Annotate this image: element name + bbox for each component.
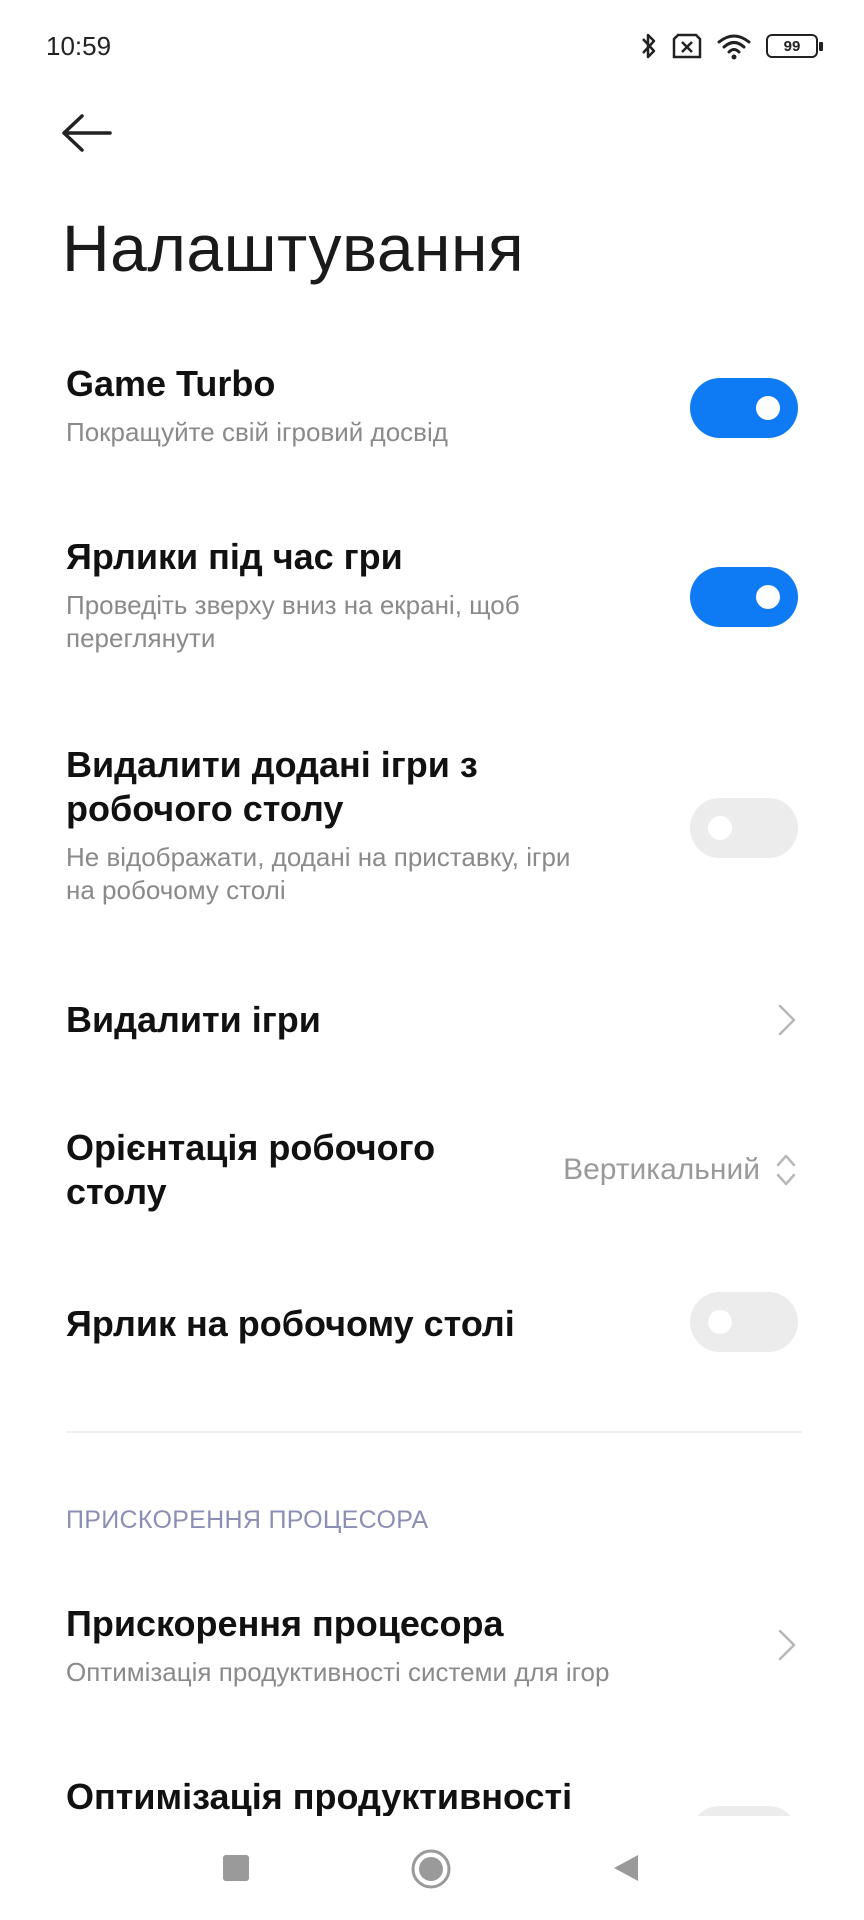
sim-disabled-icon [672, 33, 702, 59]
status-icons: 99 [640, 31, 823, 61]
title-line: столу [66, 1171, 167, 1212]
setting-title: Орієнтація робочого столу [66, 1126, 546, 1214]
setting-title: Прискорення процесора [66, 1603, 504, 1644]
back-triangle-icon[interactable] [612, 1853, 640, 1883]
game-turbo-toggle[interactable] [690, 378, 798, 438]
setting-performance-optimization[interactable]: Оптимізація продуктивності [66, 1775, 802, 1819]
toggle-knob [756, 585, 780, 609]
battery-level: 99 [783, 37, 801, 55]
setting-desktop-orientation[interactable]: Орієнтація робочого столу [66, 1126, 546, 1214]
bluetooth-icon [642, 33, 656, 59]
setting-title: Ярлики під час гри [66, 536, 403, 577]
setting-cpu-boost[interactable]: Прискорення процесора Оптимізація продук… [66, 1602, 802, 1689]
section-divider [66, 1431, 802, 1433]
setting-title: Видалити ігри [66, 999, 321, 1040]
chevron-right-icon [778, 1004, 796, 1036]
page-title: Налаштування [62, 211, 525, 285]
title-line: Орієнтація робочого [66, 1127, 436, 1168]
remove-added-games-toggle[interactable] [690, 798, 798, 858]
back-arrow-icon[interactable] [60, 108, 116, 158]
toggle-knob [708, 816, 732, 840]
recents-square-icon[interactable] [222, 1854, 250, 1882]
navigation-bar [0, 1816, 864, 1920]
desktop-shortcut-toggle[interactable] [690, 1292, 798, 1352]
chevron-right-icon [778, 1629, 796, 1661]
toggle-knob [708, 1310, 732, 1334]
home-circle-icon[interactable] [410, 1848, 452, 1890]
orientation-value[interactable]: Вертикальний [563, 1153, 760, 1187]
shortcuts-toggle[interactable] [690, 567, 798, 627]
setting-title: Оптимізація продуктивності [66, 1776, 573, 1817]
battery-icon: 99 [766, 34, 823, 58]
section-header-cpu: ПРИСКОРЕННЯ ПРОЦЕСОРА [66, 1506, 429, 1534]
subtitle-line: на робочому столі [66, 875, 286, 905]
status-time: 10:59 [46, 30, 112, 61]
wifi-icon [717, 34, 751, 60]
setting-subtitle: Оптимізація продуктивності системи для і… [66, 1657, 610, 1687]
setting-subtitle: Не відображати, додані на приставку, ігр… [66, 841, 802, 907]
status-bar: 10:59 99 [0, 0, 864, 92]
toggle-knob [756, 396, 780, 420]
subtitle-line: переглянути [66, 623, 216, 653]
setting-remove-games[interactable]: Видалити ігри [66, 998, 802, 1042]
subtitle-line: Не відображати, додані на приставку, ігр… [66, 842, 571, 872]
up-down-chevron-icon[interactable] [774, 1150, 798, 1190]
setting-subtitle: Покращуйте свій ігровий досвід [66, 417, 448, 447]
title-line: Видалити додані ігри з [66, 744, 478, 785]
